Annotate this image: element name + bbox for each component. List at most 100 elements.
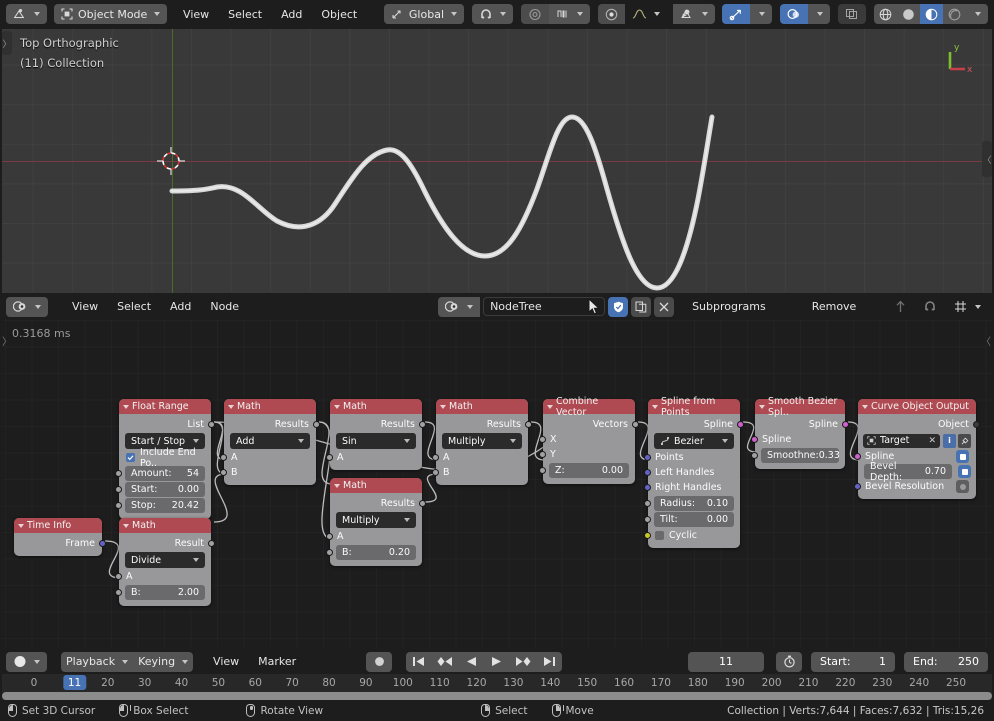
- node-dropdown[interactable]: Add: [230, 433, 310, 449]
- object-visibility-button[interactable]: [673, 4, 716, 24]
- input-socket[interactable]: [539, 436, 546, 443]
- use-toggle[interactable]: [956, 480, 969, 493]
- output-socket[interactable]: [973, 421, 980, 428]
- collapse-triangle-icon[interactable]: [652, 404, 658, 409]
- input-socket[interactable]: [644, 500, 651, 507]
- node-float-range[interactable]: Float Range List Start / Stop Include End P…: [115, 399, 215, 519]
- node-snap-toggle[interactable]: [916, 297, 944, 317]
- menu-add[interactable]: Add: [273, 4, 310, 24]
- jump-to-end-button[interactable]: [537, 651, 562, 672]
- input-socket[interactable]: [854, 453, 861, 460]
- input-socket[interactable]: [432, 469, 439, 476]
- shading-material-preview[interactable]: [919, 4, 943, 24]
- collapse-triangle-icon[interactable]: [334, 404, 340, 409]
- input-socket[interactable]: [854, 483, 861, 490]
- output-socket[interactable]: [842, 421, 849, 428]
- node-menu-node[interactable]: Node: [202, 297, 247, 317]
- menu-view[interactable]: View: [175, 4, 217, 24]
- overlays-toggle[interactable]: [779, 4, 808, 24]
- jump-to-start-button[interactable]: [406, 651, 431, 672]
- node-value-field[interactable]: Radius: 0.10: [644, 496, 734, 511]
- xray-toggle[interactable]: [838, 4, 867, 24]
- node-menu-add[interactable]: Add: [162, 297, 199, 317]
- navigation-gizmo[interactable]: y x: [934, 35, 980, 81]
- input-socket[interactable]: [115, 502, 122, 509]
- timeline-playhead[interactable]: 11: [62, 675, 87, 690]
- proportional-editing-toggle[interactable]: [521, 4, 550, 24]
- snap-dropdown[interactable]: [472, 4, 514, 24]
- node-header[interactable]: Math: [330, 478, 422, 493]
- node-header[interactable]: Smooth Bezier Spl..: [755, 396, 845, 418]
- checkbox[interactable]: [126, 453, 135, 462]
- use-toggle[interactable]: [956, 450, 969, 463]
- collapse-triangle-icon[interactable]: [547, 404, 553, 409]
- node-editor-canvas[interactable]: 0.3168 ms 〉 〈 Float Range List Start / S…: [2, 319, 992, 647]
- collapse-triangle-icon[interactable]: [228, 404, 234, 409]
- output-socket[interactable]: [99, 540, 106, 547]
- input-socket[interactable]: [220, 469, 227, 476]
- input-socket[interactable]: [539, 467, 546, 474]
- input-socket[interactable]: [644, 516, 651, 523]
- input-socket[interactable]: [644, 532, 651, 539]
- input-socket[interactable]: [326, 533, 333, 540]
- interpolation-dropdown[interactable]: [625, 4, 667, 24]
- gizmo-dropdown[interactable]: [750, 4, 773, 24]
- output-socket[interactable]: [525, 421, 532, 428]
- shading-rendered[interactable]: [942, 4, 966, 24]
- gizmo-toggle[interactable]: [722, 4, 751, 24]
- node-spline-from-points[interactable]: Spline from Points Spline Bezier Points Left…: [644, 396, 744, 548]
- node-checkbox-row[interactable]: Include End Po..: [119, 447, 211, 469]
- node-math-sin[interactable]: Math Results Sin A: [326, 399, 426, 470]
- input-socket[interactable]: [644, 484, 651, 491]
- auto-keying-record-button[interactable]: [366, 651, 392, 672]
- output-socket[interactable]: [208, 540, 215, 547]
- play-button[interactable]: [484, 651, 509, 672]
- use-toggle[interactable]: [958, 465, 971, 478]
- input-socket[interactable]: [115, 486, 122, 493]
- node-header[interactable]: Combine Vector: [543, 396, 635, 418]
- output-socket[interactable]: [632, 421, 639, 428]
- node-dropdown[interactable]: Multiply: [442, 433, 522, 449]
- node-dropdown[interactable]: Bezier: [654, 433, 734, 449]
- unlink-nodetree-button[interactable]: [654, 296, 675, 317]
- node-value-field[interactable]: Tilt: 0.00: [644, 512, 734, 527]
- node-checkbox-row[interactable]: Cyclic: [644, 528, 740, 543]
- subprograms-button[interactable]: Subprograms: [684, 297, 774, 317]
- node-menu-view[interactable]: View: [64, 297, 106, 317]
- node-header[interactable]: Math: [330, 399, 422, 414]
- current-frame-field[interactable]: 11: [688, 651, 764, 672]
- object-mode-dropdown[interactable]: Object Mode: [54, 4, 168, 24]
- frame-start-field[interactable]: Start: 1: [811, 651, 895, 672]
- node-value-field[interactable]: Z: 0.00: [539, 463, 629, 478]
- input-socket[interactable]: [751, 452, 758, 459]
- play-reverse-button[interactable]: [459, 651, 484, 672]
- clear-object-icon[interactable]: ✕: [928, 436, 936, 446]
- node-value-field[interactable]: B: 2.00: [115, 585, 205, 600]
- falloff-dropdown[interactable]: [549, 4, 591, 24]
- record-toggle[interactable]: [598, 4, 626, 24]
- frame-end-field[interactable]: End: 250: [904, 651, 988, 672]
- collapse-triangle-icon[interactable]: [759, 404, 765, 409]
- object-info-icon[interactable]: i: [943, 433, 956, 448]
- node-curve-object-output[interactable]: Curve Object Output Object Target ✕ i Spline B…: [854, 399, 980, 499]
- node-header[interactable]: Float Range: [119, 399, 211, 414]
- parent-node-tree-button[interactable]: [888, 297, 913, 317]
- input-socket[interactable]: [644, 469, 651, 476]
- collapse-triangle-icon[interactable]: [334, 483, 340, 488]
- menu-select[interactable]: Select: [220, 4, 270, 24]
- remove-button[interactable]: Remove: [804, 297, 865, 317]
- checkbox[interactable]: [655, 531, 664, 540]
- input-socket[interactable]: [115, 573, 122, 580]
- editor-type-button[interactable]: [6, 4, 47, 24]
- node-header[interactable]: Math: [224, 399, 316, 414]
- eyedropper-icon[interactable]: [958, 433, 971, 448]
- node-dropdown[interactable]: Sin: [336, 433, 416, 449]
- node-smooth-bezier-spline[interactable]: Smooth Bezier Spl.. Spline Spline Smoothne:…: [751, 396, 849, 469]
- timeline-menu-view[interactable]: View: [205, 652, 247, 672]
- timeline-ruler[interactable]: 0102030405060708090100110120130140150160…: [2, 674, 992, 700]
- object-target-field[interactable]: Target ✕: [863, 433, 940, 448]
- node-math-multiply-1[interactable]: Math Results Multiply A B: 0.20: [326, 478, 426, 566]
- shading-dropdown[interactable]: [965, 4, 988, 24]
- input-socket[interactable]: [326, 549, 333, 556]
- input-socket[interactable]: [539, 451, 546, 458]
